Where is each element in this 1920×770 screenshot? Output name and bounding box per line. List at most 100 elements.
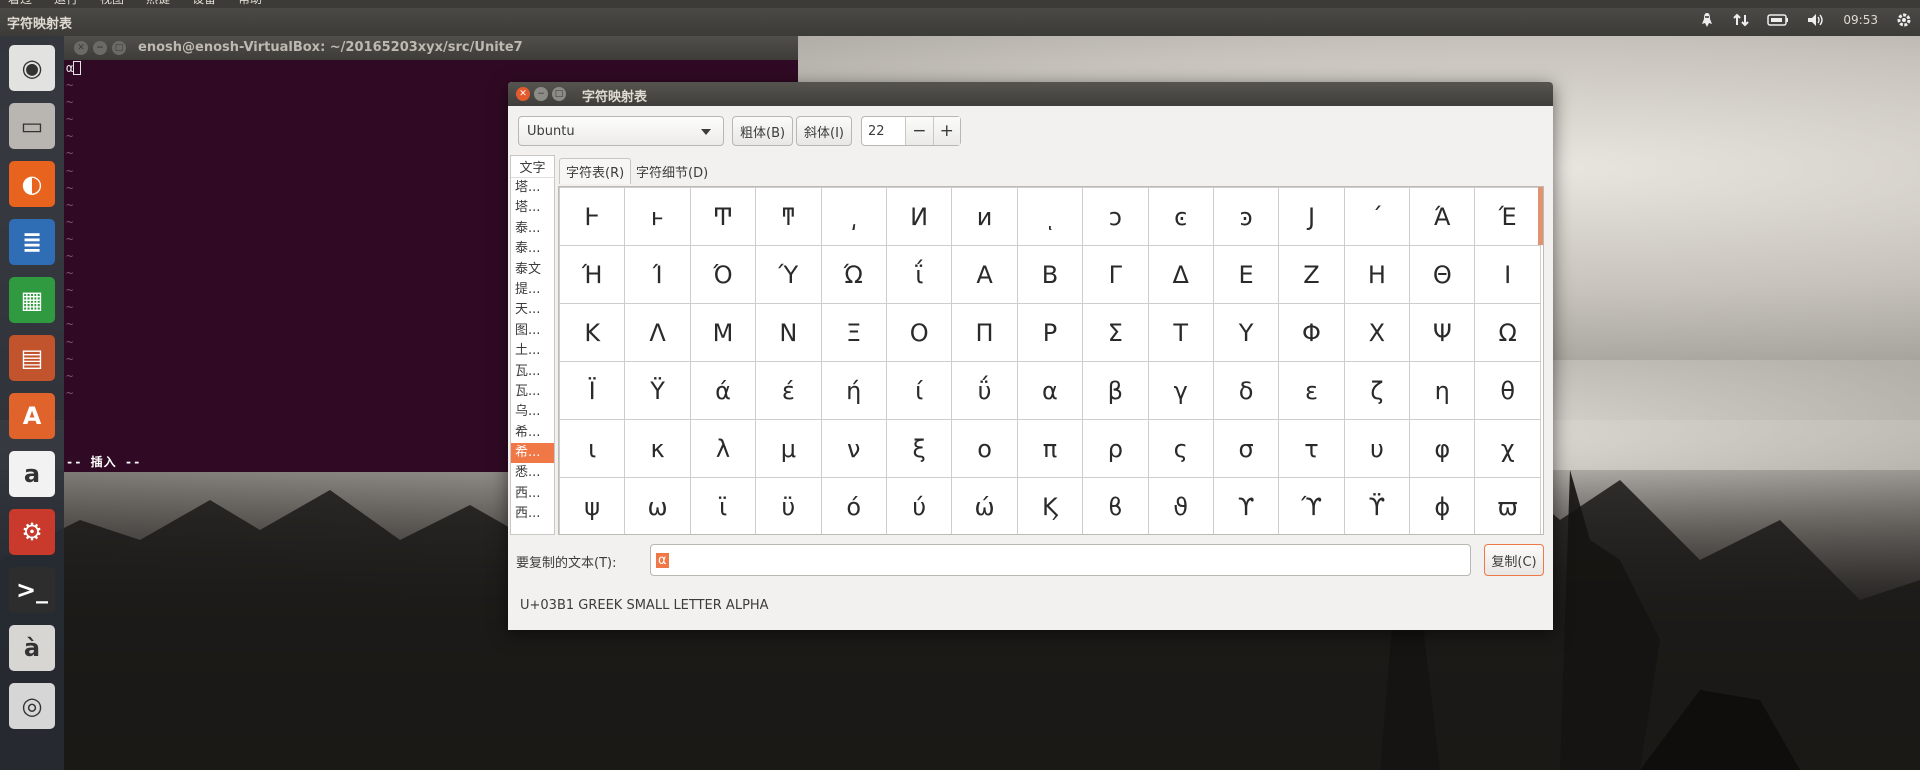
character-cell[interactable]: ͼ bbox=[1147, 187, 1214, 246]
character-cell[interactable]: έ bbox=[755, 361, 822, 420]
character-cell[interactable]: ͱ bbox=[624, 187, 691, 246]
calc-launcher[interactable]: ▦ bbox=[6, 274, 58, 326]
character-cell[interactable]: ο bbox=[951, 419, 1018, 478]
character-cell[interactable]: ν bbox=[820, 419, 887, 478]
character-cell[interactable]: ω bbox=[624, 477, 691, 534]
font-size-value[interactable]: 22 bbox=[862, 117, 905, 145]
tab-character-details[interactable]: 字符细节(D) bbox=[630, 158, 714, 184]
battery-icon[interactable] bbox=[1767, 14, 1789, 26]
character-cell[interactable]: ί bbox=[885, 361, 953, 420]
italic-toggle[interactable]: 斜体(I) bbox=[796, 116, 852, 146]
character-cell[interactable]: ϖ bbox=[1474, 477, 1541, 534]
character-cell[interactable]: Ώ bbox=[820, 245, 887, 304]
character-cell[interactable]: ϑ bbox=[1147, 477, 1214, 534]
character-cell[interactable]: ϔ bbox=[1343, 477, 1411, 534]
script-list-item[interactable]: 西... bbox=[511, 504, 554, 524]
script-list-item[interactable]: 泰... bbox=[511, 239, 554, 259]
character-cell[interactable]: ͵ bbox=[820, 187, 887, 246]
amazon-launcher[interactable]: a bbox=[6, 448, 58, 500]
character-cell[interactable]: χ bbox=[1474, 419, 1541, 478]
script-list-item[interactable]: 提... bbox=[511, 280, 554, 300]
character-cell[interactable]: ϐ bbox=[1082, 477, 1149, 534]
script-list-item[interactable]: 瓦... bbox=[511, 382, 554, 402]
character-cell[interactable]: ϕ bbox=[1409, 477, 1476, 534]
character-cell[interactable]: Μ bbox=[689, 303, 757, 362]
character-cell[interactable]: Ω bbox=[1474, 303, 1541, 362]
character-cell[interactable]: ή bbox=[820, 361, 887, 420]
character-cell[interactable]: Κ bbox=[559, 303, 626, 362]
character-cell[interactable]: τ bbox=[1278, 419, 1345, 478]
top-menu-item[interactable]: 热键 bbox=[146, 0, 170, 8]
character-cell[interactable]: σ bbox=[1212, 419, 1280, 478]
character-cell[interactable]: ς bbox=[1147, 419, 1214, 478]
character-cell[interactable]: Ύ bbox=[755, 245, 822, 304]
character-cell[interactable]: β bbox=[1082, 361, 1149, 420]
font-size-stepper[interactable]: 22 − + bbox=[861, 116, 961, 146]
script-list-item[interactable]: 瓦... bbox=[511, 362, 554, 382]
character-cell[interactable]: Ξ bbox=[820, 303, 887, 362]
character-cell[interactable]: Ν bbox=[755, 303, 822, 362]
volume-icon[interactable] bbox=[1807, 13, 1825, 27]
charmap-window[interactable]: ✕ − □ 字符映射表 Ubuntu 粗体(B) 斜体(I) 22 − + 文字… bbox=[508, 82, 1553, 630]
character-cell[interactable]: Ψ bbox=[1409, 303, 1476, 362]
character-cell[interactable]: Τ bbox=[1147, 303, 1214, 362]
character-cell[interactable]: Έ bbox=[1474, 187, 1541, 246]
character-cell[interactable]: Φ bbox=[1278, 303, 1345, 362]
minimize-icon[interactable]: − bbox=[534, 87, 548, 101]
character-cell[interactable]: Γ bbox=[1082, 245, 1149, 304]
minimize-icon[interactable]: − bbox=[93, 41, 107, 55]
maximize-icon[interactable]: □ bbox=[552, 87, 566, 101]
character-cell[interactable]: π bbox=[1016, 419, 1084, 478]
character-cell[interactable]: ϋ bbox=[755, 477, 822, 534]
character-cell[interactable]: Ϳ bbox=[1278, 187, 1345, 246]
firefox-launcher[interactable]: ◐ bbox=[6, 158, 58, 210]
top-menu-item[interactable]: 帮助 bbox=[238, 0, 262, 8]
character-cell[interactable]: Π bbox=[951, 303, 1018, 362]
settings-launcher[interactable]: ⚙ bbox=[6, 506, 58, 558]
top-menu-item[interactable]: 着过 bbox=[8, 0, 32, 8]
character-cell[interactable]: ύ bbox=[885, 477, 953, 534]
character-cell[interactable]: Ϊ bbox=[559, 361, 626, 420]
character-cell[interactable]: ͷ bbox=[951, 187, 1018, 246]
network-icon[interactable] bbox=[1733, 12, 1750, 28]
character-cell[interactable]: ϊ bbox=[689, 477, 757, 534]
script-list-item[interactable]: 希... bbox=[511, 423, 554, 443]
maximize-icon[interactable]: □ bbox=[112, 41, 126, 55]
files-launcher[interactable]: ▭ bbox=[6, 100, 58, 152]
character-cell[interactable]: φ bbox=[1409, 419, 1476, 478]
charmap-titlebar[interactable]: ✕ − □ 字符映射表 bbox=[508, 82, 1553, 106]
character-cell[interactable]: ρ bbox=[1082, 419, 1149, 478]
character-cell[interactable]: κ bbox=[624, 419, 691, 478]
character-cell[interactable]: Ο bbox=[885, 303, 953, 362]
software-center-launcher[interactable]: A bbox=[6, 390, 58, 442]
ubuntu-dash-launcher[interactable]: ◉ bbox=[6, 42, 58, 94]
character-cell[interactable]: ά bbox=[689, 361, 757, 420]
font-select[interactable]: Ubuntu bbox=[518, 116, 724, 146]
script-list-item[interactable]: 乌... bbox=[511, 402, 554, 422]
character-cell[interactable]: Ϗ bbox=[1016, 477, 1084, 534]
character-cell[interactable]: ΰ bbox=[951, 361, 1018, 420]
character-cell[interactable]: ϓ bbox=[1278, 477, 1345, 534]
tab-character-table[interactable]: 字符表(R) bbox=[559, 158, 632, 184]
character-cell[interactable]: Χ bbox=[1343, 303, 1411, 362]
script-list-item[interactable]: 土... bbox=[511, 341, 554, 361]
character-cell[interactable]: ΄ bbox=[1343, 187, 1411, 246]
character-cell[interactable]: Ρ bbox=[1016, 303, 1084, 362]
character-cell[interactable]: θ bbox=[1474, 361, 1541, 420]
copy-button[interactable]: 复制(C) bbox=[1484, 544, 1544, 576]
character-cell[interactable]: Δ bbox=[1147, 245, 1214, 304]
script-list-item[interactable]: 塔... bbox=[511, 178, 554, 198]
character-cell[interactable]: ϒ bbox=[1212, 477, 1280, 534]
script-list[interactable]: 文字 塔... 塔... 泰... 泰... 泰文 提... 天... 图... 土... 瓦..… bbox=[510, 155, 555, 535]
terminal-titlebar[interactable]: ✕ − □ enosh@enosh-VirtualBox: ~/20165203… bbox=[64, 36, 798, 60]
character-cell[interactable]: ε bbox=[1278, 361, 1345, 420]
character-cell[interactable]: Ϋ bbox=[624, 361, 691, 420]
character-cell[interactable]: δ bbox=[1212, 361, 1280, 420]
writer-launcher[interactable]: ≣ bbox=[6, 216, 58, 268]
script-list-item[interactable]: 希... bbox=[511, 443, 554, 464]
decrease-size-button[interactable]: − bbox=[905, 117, 933, 145]
character-cell[interactable]: Ε bbox=[1212, 245, 1280, 304]
character-cell[interactable]: Α bbox=[951, 245, 1018, 304]
character-cell[interactable]: Β bbox=[1016, 245, 1084, 304]
character-cell[interactable]: ΐ bbox=[885, 245, 953, 304]
